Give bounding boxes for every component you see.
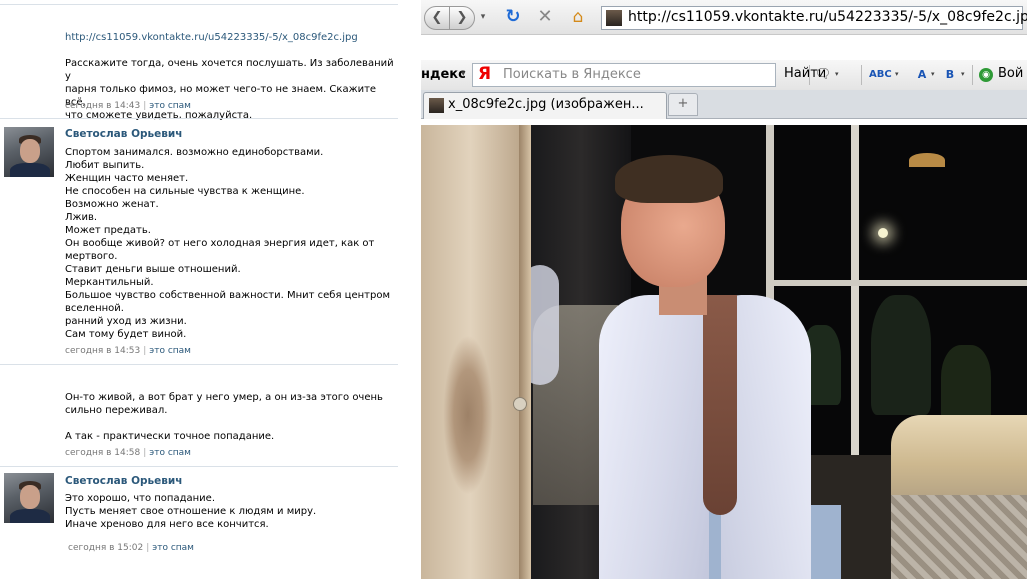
browser-window: ❮ ❯ ▾ ↻ ✕ ⌂ http://cs11059.vkontakte.ru/…: [421, 0, 1027, 579]
forward-button[interactable]: ❯: [449, 6, 475, 30]
favicon-icon: [606, 10, 622, 26]
photo-person-hair: [615, 155, 723, 203]
favicon-icon: [429, 98, 444, 113]
author-name[interactable]: Светослав Орьевич: [65, 128, 182, 140]
yandex-y-icon[interactable]: Я: [478, 64, 491, 84]
address-bar[interactable]: http://cs11059.vkontakte.ru/u54223335/-5…: [601, 6, 1027, 30]
photo-light: [878, 228, 888, 238]
yandex-logo[interactable]: ндекс: [421, 67, 466, 82]
toolbar-divider: [809, 65, 810, 85]
reload-icon[interactable]: ↻: [501, 5, 525, 29]
history-dropdown-button[interactable]: ▾: [476, 6, 490, 28]
comment-divider: [0, 4, 398, 5]
spellcheck-icon[interactable]: ABC: [869, 66, 892, 84]
comment-time[interactable]: сегодня в 14:43: [65, 101, 140, 111]
photo-image[interactable]: [421, 125, 1027, 579]
comment-divider: [0, 118, 398, 119]
chat-icon[interactable]: 🗨: [814, 66, 832, 84]
comment-time[interactable]: сегодня в 14:53: [65, 346, 140, 356]
login-icon[interactable]: ◉: [979, 68, 993, 82]
photo-door-frame: [519, 125, 531, 579]
toolbar-divider: [861, 65, 862, 85]
back-arrow-icon: ❮: [431, 10, 443, 25]
comment-divider: [0, 364, 398, 365]
comment-text: Он-то живой, а вот брат у него умер, а о…: [65, 392, 383, 442]
chevron-down-icon[interactable]: ▾: [835, 70, 839, 78]
author-name[interactable]: Светослав Орьевич: [65, 475, 182, 487]
spam-link[interactable]: это спам: [149, 448, 191, 458]
stop-icon[interactable]: ✕: [533, 5, 557, 29]
comment-text: Это хорошо, что попадание. Пусть меняет …: [65, 493, 317, 530]
translate-icon[interactable]: A: [913, 66, 931, 84]
translate-page-icon[interactable]: B: [941, 66, 959, 84]
comments-panel: http://cs11059.vkontakte.ru/u54223335/-5…: [0, 0, 408, 579]
spam-link[interactable]: это спам: [152, 543, 194, 553]
comment-meta: сегодня в 14:43 | это спам: [65, 101, 191, 111]
chevron-down-icon: ▾: [480, 12, 486, 22]
chevron-down-icon[interactable]: ▾: [461, 69, 466, 79]
photo-person-chest: [703, 295, 737, 515]
comment-meta: сегодня в 14:53 | это спам: [65, 346, 191, 356]
chevron-down-icon[interactable]: ▾: [961, 70, 965, 78]
spam-link[interactable]: это спам: [149, 101, 191, 111]
avatar[interactable]: [4, 127, 54, 177]
yandex-toolbar: ндекс ▾ Я Поискать в Яндексе Найти 🗨 ▾ A…: [421, 60, 1027, 91]
photo-plant: [871, 295, 931, 415]
photo-door-ornament: [443, 335, 493, 495]
forward-arrow-icon: ❯: [456, 10, 468, 25]
toolbar-divider: [972, 65, 973, 85]
login-button[interactable]: Вой: [998, 66, 1023, 81]
navigation-toolbar: ❮ ❯ ▾ ↻ ✕ ⌂ http://cs11059.vkontakte.ru/…: [421, 0, 1027, 35]
comment-text: Спортом занимался. возможно единоборства…: [65, 147, 390, 340]
search-placeholder: Поискать в Яндексе: [503, 67, 641, 82]
chevron-down-icon[interactable]: ▾: [931, 70, 935, 78]
tab-bar: x_08c9fe2c.jpg (изображен... +: [421, 90, 1027, 119]
photo-bedcover: [891, 495, 1027, 579]
spam-link[interactable]: это спам: [149, 346, 191, 356]
comment-divider: [0, 466, 398, 467]
comment-time[interactable]: сегодня в 14:58: [65, 448, 140, 458]
photo-window-frame: [766, 280, 1027, 286]
photo-plant: [941, 345, 991, 425]
image-link[interactable]: http://cs11059.vkontakte.ru/u54223335/-5…: [65, 32, 358, 43]
comment-meta: сегодня в 14:58 | это спам: [65, 448, 191, 458]
tab-title: x_08c9fe2c.jpg (изображен...: [448, 97, 644, 112]
avatar[interactable]: [4, 473, 54, 523]
address-text[interactable]: http://cs11059.vkontakte.ru/u54223335/-5…: [628, 9, 1027, 25]
search-input[interactable]: Я Поискать в Яндексе: [472, 63, 776, 87]
photo-window-frame: [851, 125, 859, 455]
tab-image[interactable]: x_08c9fe2c.jpg (изображен...: [423, 92, 667, 119]
back-button[interactable]: ❮: [424, 6, 450, 30]
photo-person-shirt: [599, 295, 709, 579]
photo-door-knob: [513, 397, 527, 411]
home-icon[interactable]: ⌂: [566, 5, 590, 29]
new-tab-button[interactable]: +: [668, 93, 698, 116]
photo-lamp: [909, 153, 945, 167]
comment-meta: сегодня в 15:02 | это спам: [68, 543, 194, 553]
comment-time[interactable]: сегодня в 15:02: [68, 543, 143, 553]
chevron-down-icon[interactable]: ▾: [895, 70, 899, 78]
comment-text: Расскажите тогда, очень хочется послушат…: [65, 58, 394, 121]
